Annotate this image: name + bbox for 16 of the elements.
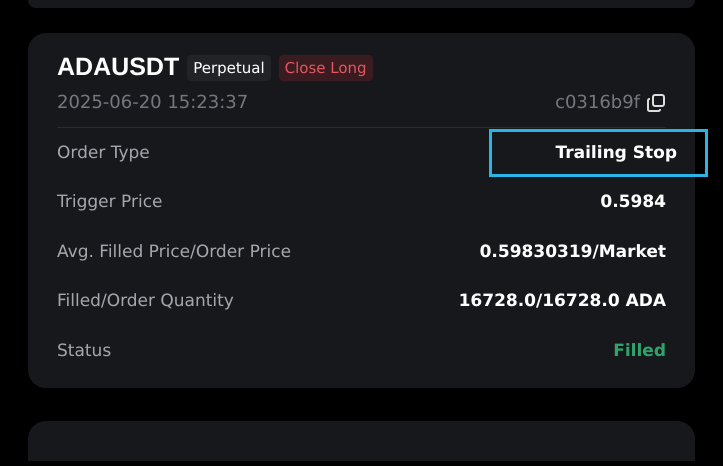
symbol-title: ADAUSDT — [57, 53, 180, 82]
field-value: Trailing Stop — [492, 132, 705, 174]
field-value: 0.59830319/Market — [480, 242, 666, 262]
field-label: Status — [57, 340, 112, 361]
field-label: Order Type — [57, 142, 150, 163]
order-tag: Perpetual — [187, 54, 271, 80]
order-tag: Close Long — [278, 54, 373, 80]
field-label: Filled/Order Quantity — [57, 291, 234, 312]
order-id: c0316b9f — [555, 92, 640, 113]
field-label: Trigger Price — [57, 192, 163, 212]
field-value: Filled — [613, 340, 666, 361]
field-label: Avg. Filled Price/Order Price — [57, 242, 292, 262]
order-time: 2025-06-20 15:23:37 — [57, 92, 248, 113]
copy-icon[interactable] — [646, 92, 666, 112]
field-value: 0.5984 — [600, 192, 666, 212]
field-value: 16728.0/16728.0 ADA — [458, 291, 666, 312]
